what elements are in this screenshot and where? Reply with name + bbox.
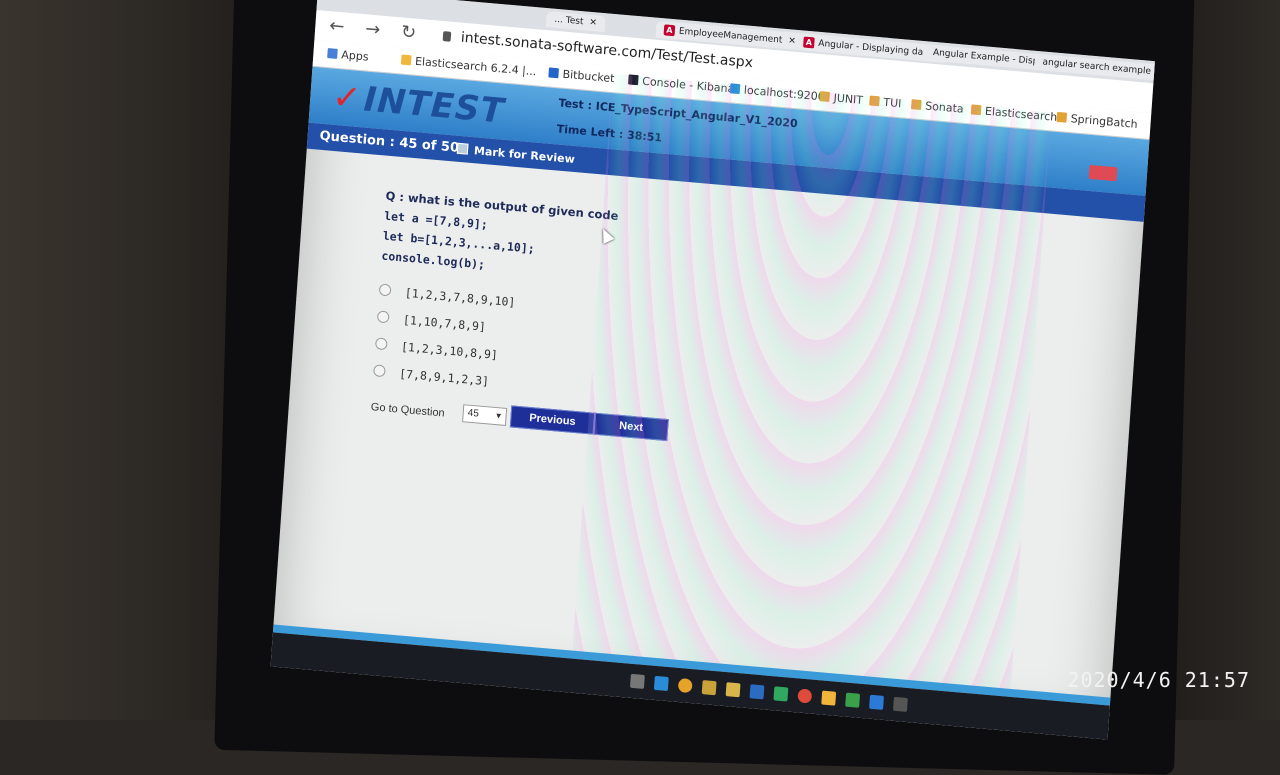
tab-title: ... Test xyxy=(554,14,584,28)
angular-icon: A xyxy=(803,36,815,49)
radio-button[interactable] xyxy=(378,283,392,297)
logo-text: INTEST xyxy=(362,79,506,132)
task-view-icon[interactable] xyxy=(629,673,645,689)
close-icon[interactable]: ✕ xyxy=(589,18,597,29)
intest-logo: ✓INTEST xyxy=(331,77,506,132)
angular-icon: A xyxy=(663,24,676,37)
photo-timestamp: 2020/4/6 21:57 xyxy=(1067,668,1250,692)
store-icon[interactable] xyxy=(725,682,741,698)
option-label: [7,8,9,1,2,3] xyxy=(398,366,490,389)
file-explorer-icon[interactable] xyxy=(701,680,717,696)
bookmark-label: Elasticsearch xyxy=(984,104,1058,124)
bookmark-label: SpringBatch xyxy=(1070,112,1139,131)
mail-icon[interactable] xyxy=(749,684,765,700)
bookmark-label: Console - Kibana xyxy=(641,74,735,96)
folder-icon xyxy=(869,95,880,107)
goto-value: 45 xyxy=(467,407,480,420)
app-icon[interactable] xyxy=(892,696,908,712)
browser-tab[interactable]: ... Test ✕ xyxy=(545,11,606,33)
app-icon[interactable] xyxy=(773,686,789,702)
folder-icon xyxy=(970,104,982,116)
vscode-icon[interactable] xyxy=(869,694,884,710)
chrome-icon[interactable] xyxy=(677,677,693,694)
bookmark-label: TUI xyxy=(882,95,902,111)
edge-icon[interactable] xyxy=(653,675,669,692)
bookmark-elasticsearch-folder[interactable]: Elasticsearch xyxy=(970,103,1058,124)
radio-button[interactable] xyxy=(374,337,388,351)
bookmark-label: Sonata xyxy=(924,99,965,116)
bookmark-junit[interactable]: JUNIT xyxy=(819,90,863,107)
bitbucket-icon xyxy=(548,67,559,79)
bookmark-elasticsearch[interactable]: Elasticsearch 6.2.4 |... xyxy=(400,54,537,79)
tab-title: Angular Example - Disp xyxy=(932,47,1039,68)
bookmark-label: Apps xyxy=(340,48,369,64)
bookmark-label: Bitbucket xyxy=(562,67,615,86)
bookmark-apps[interactable]: Apps xyxy=(327,47,369,64)
option-label: [1,10,7,8,9] xyxy=(402,312,487,334)
app-icon[interactable] xyxy=(821,690,837,706)
edge-icon xyxy=(729,83,741,95)
app-icon[interactable] xyxy=(797,688,813,704)
checkmark-icon: ✓ xyxy=(331,76,364,120)
bookmark-kibana[interactable]: Console - Kibana xyxy=(628,73,735,96)
bookmark-label: JUNIT xyxy=(833,91,864,107)
elasticsearch-icon xyxy=(400,54,412,66)
option-label: [1,2,3,7,8,9,10] xyxy=(404,285,516,310)
bookmark-sonata[interactable]: Sonata xyxy=(910,98,965,116)
apps-grid-icon xyxy=(327,48,338,59)
bookmark-label: Elasticsearch 6.2.4 |... xyxy=(414,54,537,79)
back-icon[interactable]: ← xyxy=(329,15,346,37)
bookmark-label: localhost:9200 xyxy=(743,83,826,104)
finish-button[interactable] xyxy=(1088,164,1118,182)
folder-icon xyxy=(819,91,830,102)
previous-button[interactable]: Previous xyxy=(509,405,596,435)
option-label: [1,2,3,10,8,9] xyxy=(400,339,499,362)
bookmark-springbatch[interactable]: SpringBatch xyxy=(1056,111,1138,131)
bookmark-bitbucket[interactable]: Bitbucket xyxy=(548,66,615,85)
next-button[interactable]: Next xyxy=(593,412,669,442)
bookmark-tui[interactable]: TUI xyxy=(869,94,902,110)
monitor-screen: ... Test ✕ A EmployeeManagement ✕ A Angular … xyxy=(270,0,1155,740)
folder-icon xyxy=(1056,111,1068,123)
goto-question-select[interactable]: 45 ▼ xyxy=(462,404,508,426)
chevron-down-icon: ▼ xyxy=(494,410,503,421)
radio-button[interactable] xyxy=(373,364,386,378)
review-checkbox-icon[interactable] xyxy=(456,142,469,155)
time-left: Time Left : 38:51 xyxy=(556,122,663,145)
radio-button[interactable] xyxy=(376,310,390,324)
mark-for-review-label: Mark for Review xyxy=(473,144,576,166)
folder-icon xyxy=(910,99,922,111)
bookmark-localhost[interactable]: localhost:9200 xyxy=(729,82,826,104)
forward-icon[interactable]: → xyxy=(365,18,382,40)
app-icon[interactable] xyxy=(845,692,861,708)
kibana-icon xyxy=(628,74,639,86)
reload-icon[interactable]: ↻ xyxy=(400,21,417,43)
lock-icon xyxy=(442,31,452,42)
goto-label: Go to Question xyxy=(370,401,446,420)
